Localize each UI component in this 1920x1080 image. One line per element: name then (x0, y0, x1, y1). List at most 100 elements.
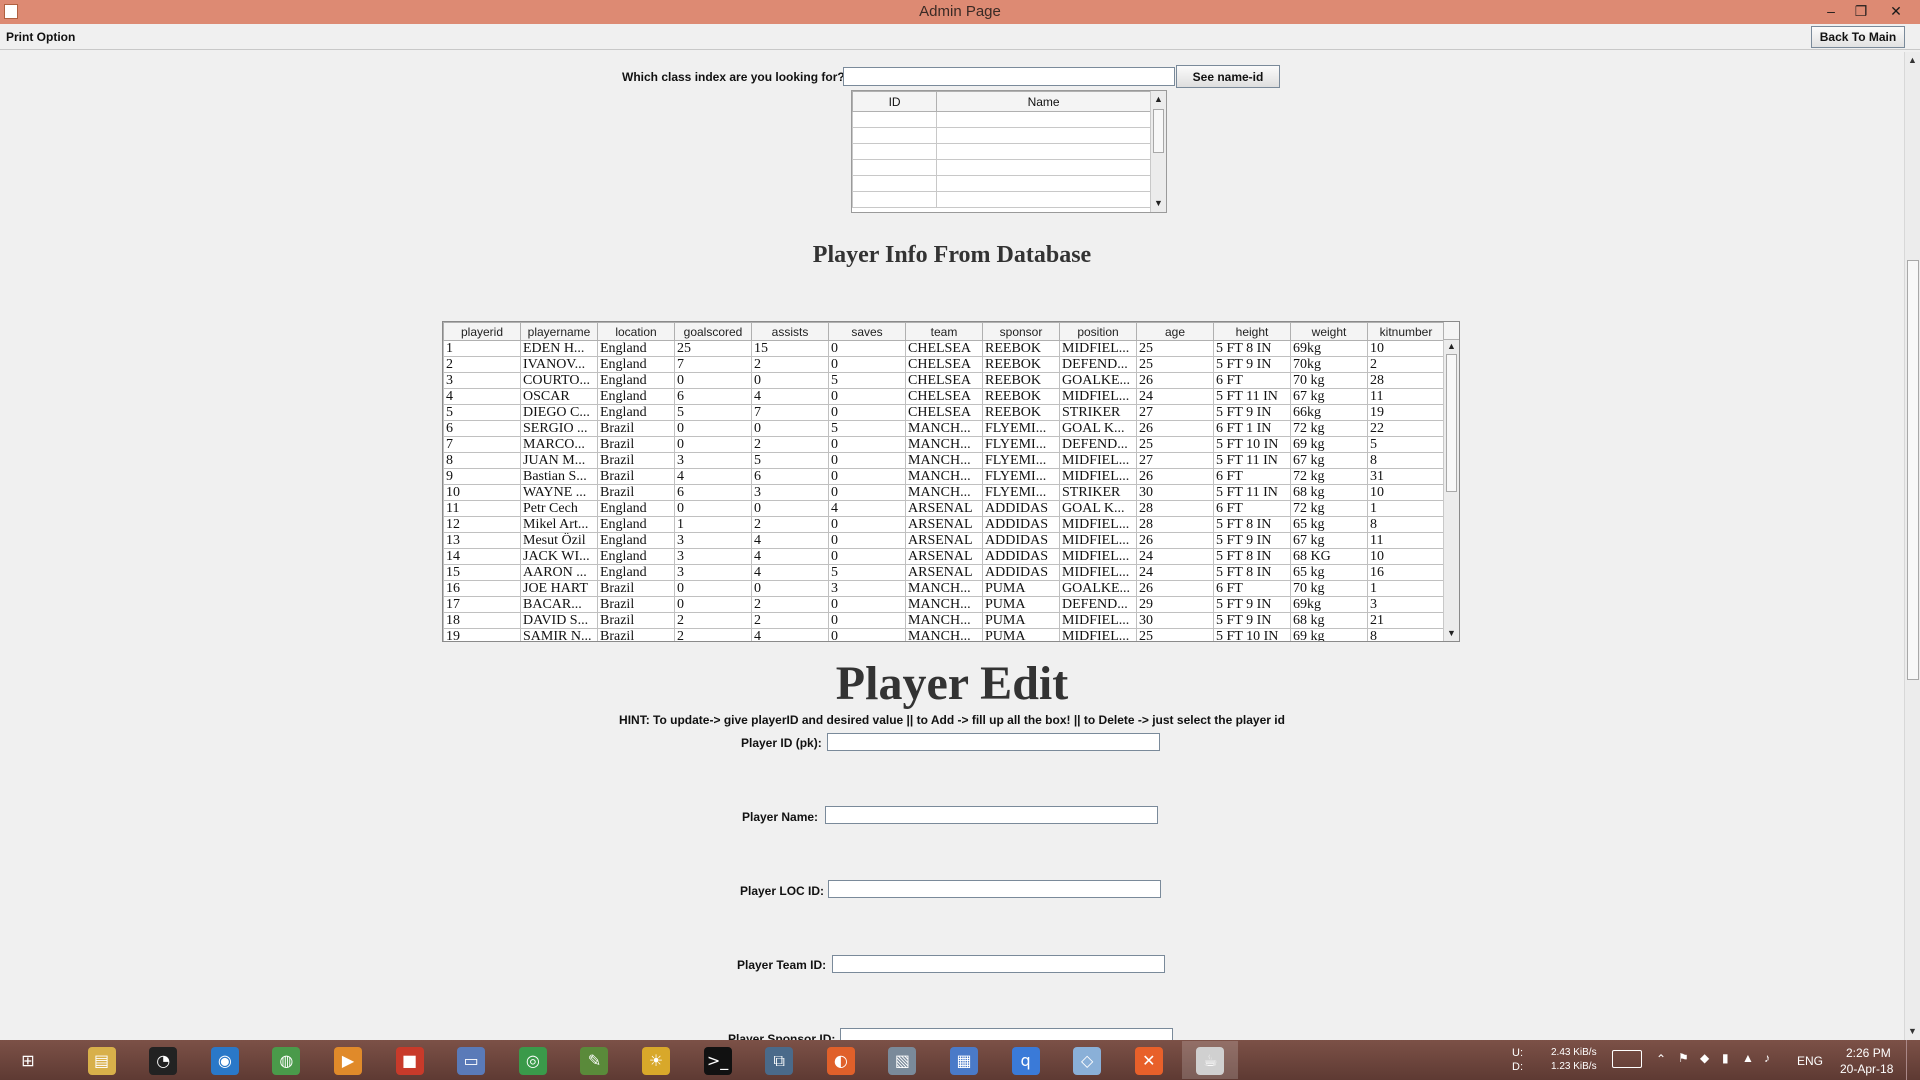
table-cell-height[interactable]: 5 FT 11 IN (1213, 388, 1291, 405)
volume-icon[interactable]: ♪ (1764, 1051, 1770, 1065)
table-row[interactable] (852, 175, 1151, 192)
player-table-scrollbar[interactable]: ▲ ▼ (1443, 340, 1459, 641)
back-to-main-button[interactable]: Back To Main (1811, 26, 1905, 48)
table-cell-age[interactable]: 29 (1136, 596, 1214, 613)
table-row[interactable]: 13 Mesut Özil England 3 4 0 ARSENAL ADDIDAS MIDF… (443, 532, 1445, 549)
table-cell-weight[interactable]: 72 kg (1290, 500, 1368, 517)
table-cell-height[interactable]: 5 FT 9 IN (1213, 356, 1291, 373)
table-cell-saves[interactable]: 0 (828, 340, 906, 357)
column-header-age[interactable]: age (1136, 322, 1214, 341)
table-cell-sponsor[interactable]: REEBOK (982, 340, 1060, 357)
table-cell-height[interactable]: 5 FT 11 IN (1213, 452, 1291, 469)
table-cell-sponsor[interactable]: FLYEMI... (982, 452, 1060, 469)
table-row[interactable] (852, 159, 1151, 176)
column-header-kitnumber[interactable]: kitnumber (1367, 322, 1445, 341)
flag-icon[interactable]: ⚑ (1678, 1051, 1689, 1065)
table-row[interactable]: 15 AARON ... England 3 4 5 ARSENAL ADDIDAS MIDFI… (443, 564, 1445, 581)
column-header-height[interactable]: height (1213, 322, 1291, 341)
table-cell-sponsor[interactable]: FLYEMI... (982, 484, 1060, 501)
table-cell-team[interactable]: ARSENAL (905, 500, 983, 517)
table-cell-saves[interactable]: 3 (828, 580, 906, 597)
table-cell-position[interactable]: MIDFIEL... (1059, 468, 1137, 485)
table-row[interactable]: 9 Bastian S... Brazil 4 6 0 MANCH... FLYEMI... M… (443, 468, 1445, 485)
column-header-playerid[interactable]: playerid (443, 322, 521, 341)
table-cell-kitnumber[interactable]: 10 (1367, 340, 1445, 357)
table-cell-height[interactable]: 5 FT 9 IN (1213, 612, 1291, 629)
table-cell-saves[interactable]: 5 (828, 372, 906, 389)
table-cell-goalscored[interactable]: 0 (674, 596, 752, 613)
table-cell-age[interactable]: 25 (1136, 436, 1214, 453)
player-name-input[interactable] (825, 806, 1158, 824)
table-cell-weight[interactable]: 70 kg (1290, 372, 1368, 389)
keyboard-icon[interactable] (1612, 1050, 1642, 1068)
table-cell-team[interactable]: ARSENAL (905, 564, 983, 581)
table-cell-weight[interactable]: 67 kg (1290, 452, 1368, 469)
table-cell-goalscored[interactable]: 2 (674, 628, 752, 641)
table-cell-saves[interactable]: 4 (828, 500, 906, 517)
table-cell-saves[interactable]: 0 (828, 532, 906, 549)
table-cell-location[interactable]: England (597, 404, 675, 421)
table-row[interactable]: 19 SAMIR N... Brazil 2 4 0 MANCH... PUMA MIDFIEL… (443, 628, 1445, 641)
table-cell-kitnumber[interactable]: 3 (1367, 596, 1445, 613)
table-cell-location[interactable]: Brazil (597, 436, 675, 453)
table-cell-sponsor[interactable]: PUMA (982, 628, 1060, 641)
table-cell-saves[interactable]: 0 (828, 596, 906, 613)
taskbar-app-screen[interactable]: ▭ (443, 1041, 499, 1079)
table-cell-saves[interactable]: 5 (828, 420, 906, 437)
table-row[interactable] (852, 143, 1151, 160)
table-cell-goalscored[interactable]: 2 (674, 612, 752, 629)
table-cell-playername[interactable]: Mikel Art... (520, 516, 598, 533)
taskbar-app-office[interactable]: ■ (382, 1041, 438, 1079)
taskbar-app-firefox[interactable]: ◐ (813, 1041, 869, 1079)
table-cell-playerid[interactable]: 11 (443, 500, 521, 517)
table-cell-kitnumber[interactable]: 19 (1367, 404, 1445, 421)
table-cell-goalscored[interactable]: 3 (674, 532, 752, 549)
show-desktop-button[interactable] (1906, 1040, 1920, 1080)
table-cell-weight[interactable]: 68 kg (1290, 612, 1368, 629)
table-cell-age[interactable]: 28 (1136, 516, 1214, 533)
table-cell-assists[interactable]: 4 (751, 628, 829, 641)
table-cell-height[interactable]: 5 FT 9 IN (1213, 532, 1291, 549)
table-cell-saves[interactable]: 0 (828, 548, 906, 565)
table-cell-playername[interactable]: DIEGO C... (520, 404, 598, 421)
table-cell-age[interactable]: 28 (1136, 500, 1214, 517)
column-header-playername[interactable]: playername (520, 322, 598, 341)
table-cell-location[interactable]: Brazil (597, 596, 675, 613)
table-cell-team[interactable]: CHELSEA (905, 404, 983, 421)
taskbar-app-control-panel[interactable]: ▦ (936, 1041, 992, 1079)
table-cell-kitnumber[interactable]: 5 (1367, 436, 1445, 453)
table-cell-playername[interactable]: WAYNE ... (520, 484, 598, 501)
taskbar-app-image-viewer[interactable]: ▧ (874, 1041, 930, 1079)
page-scrollbar[interactable]: ▲ ▼ (1904, 52, 1920, 1040)
table-cell-assists[interactable]: 0 (751, 580, 829, 597)
table-cell-kitnumber[interactable]: 8 (1367, 516, 1445, 533)
table-cell-sponsor[interactable]: ADDIDAS (982, 532, 1060, 549)
table-cell-weight[interactable]: 69 kg (1290, 628, 1368, 641)
table-cell-sponsor[interactable]: ADDIDAS (982, 564, 1060, 581)
battery-icon[interactable]: ▮ (1722, 1051, 1729, 1065)
table-cell-height[interactable]: 5 FT 8 IN (1213, 564, 1291, 581)
table-row[interactable]: 6 SERGIO ... Brazil 0 0 5 MANCH... FLYEMI... GOA… (443, 420, 1445, 437)
scroll-up-arrow-icon[interactable]: ▲ (1154, 94, 1163, 104)
table-cell-position[interactable]: MIDFIEL... (1059, 388, 1137, 405)
table-cell-age[interactable]: 26 (1136, 420, 1214, 437)
table-cell-playername[interactable]: JACK WI... (520, 548, 598, 565)
table-cell-team[interactable]: ARSENAL (905, 548, 983, 565)
table-cell-playerid[interactable]: 10 (443, 484, 521, 501)
table-row[interactable] (852, 191, 1151, 208)
restore-button[interactable]: ❐ (1841, 0, 1881, 24)
table-cell-playername[interactable]: BACAR... (520, 596, 598, 613)
taskbar-app-globe[interactable]: ◉ (197, 1041, 253, 1079)
table-cell-team[interactable]: CHELSEA (905, 372, 983, 389)
table-cell-age[interactable]: 26 (1136, 532, 1214, 549)
table-row[interactable]: 12 Mikel Art... England 1 2 0 ARSENAL ADDIDAS MI… (443, 516, 1445, 533)
table-cell-saves[interactable]: 0 (828, 388, 906, 405)
table-cell-team[interactable]: MANCH... (905, 420, 983, 437)
table-cell-sponsor[interactable]: PUMA (982, 580, 1060, 597)
scroll-down-arrow-icon[interactable]: ▼ (1154, 198, 1163, 208)
table-cell-playerid[interactable]: 18 (443, 612, 521, 629)
table-cell-height[interactable]: 5 FT 9 IN (1213, 404, 1291, 421)
clock-time[interactable]: 2:26 PM (1846, 1046, 1891, 1060)
table-cell-kitnumber[interactable]: 10 (1367, 484, 1445, 501)
table-cell-age[interactable]: 26 (1136, 372, 1214, 389)
